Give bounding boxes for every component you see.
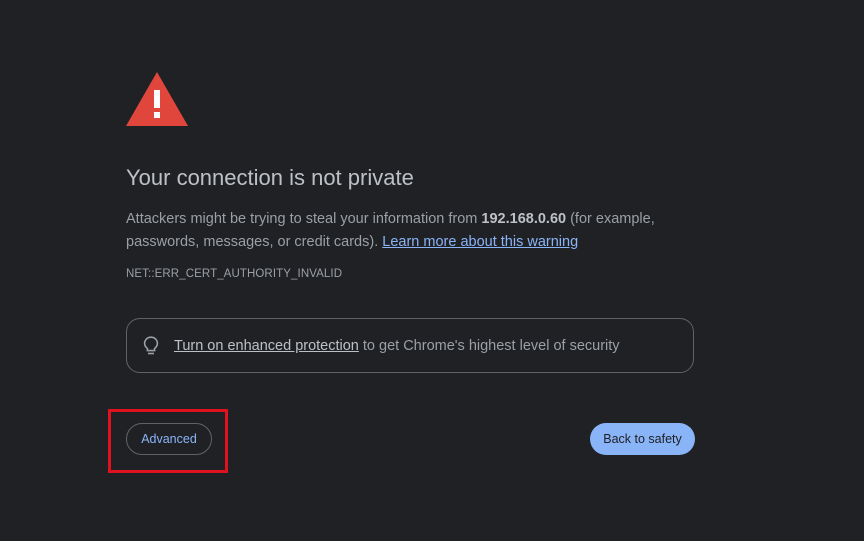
lightbulb-icon bbox=[143, 336, 159, 355]
host-name: 192.168.0.60 bbox=[481, 211, 567, 227]
enhanced-protection-description: to get Chrome's highest level of securit… bbox=[358, 338, 620, 354]
warning-triangle-icon bbox=[126, 72, 188, 126]
error-code: NET::ERR_CERT_AUTHORITY_INVALID bbox=[126, 268, 343, 280]
enhanced-protection-box: Turn on enhanced protection to get Chrom… bbox=[126, 318, 694, 373]
highlight-box bbox=[108, 409, 228, 473]
enhanced-protection-text: Turn on enhanced protection to get Chrom… bbox=[174, 338, 620, 354]
message-text-before: Attackers might be trying to steal your … bbox=[126, 211, 482, 227]
enhanced-protection-link[interactable]: Turn on enhanced protection bbox=[174, 338, 359, 354]
interstitial-page: Your connection is not private Attackers… bbox=[0, 0, 864, 541]
back-to-safety-button[interactable]: Back to safety bbox=[590, 423, 695, 455]
page-title: Your connection is not private bbox=[126, 165, 414, 190]
warning-message: Attackers might be trying to steal your … bbox=[126, 208, 686, 254]
learn-more-link[interactable]: Learn more about this warning bbox=[382, 234, 578, 250]
